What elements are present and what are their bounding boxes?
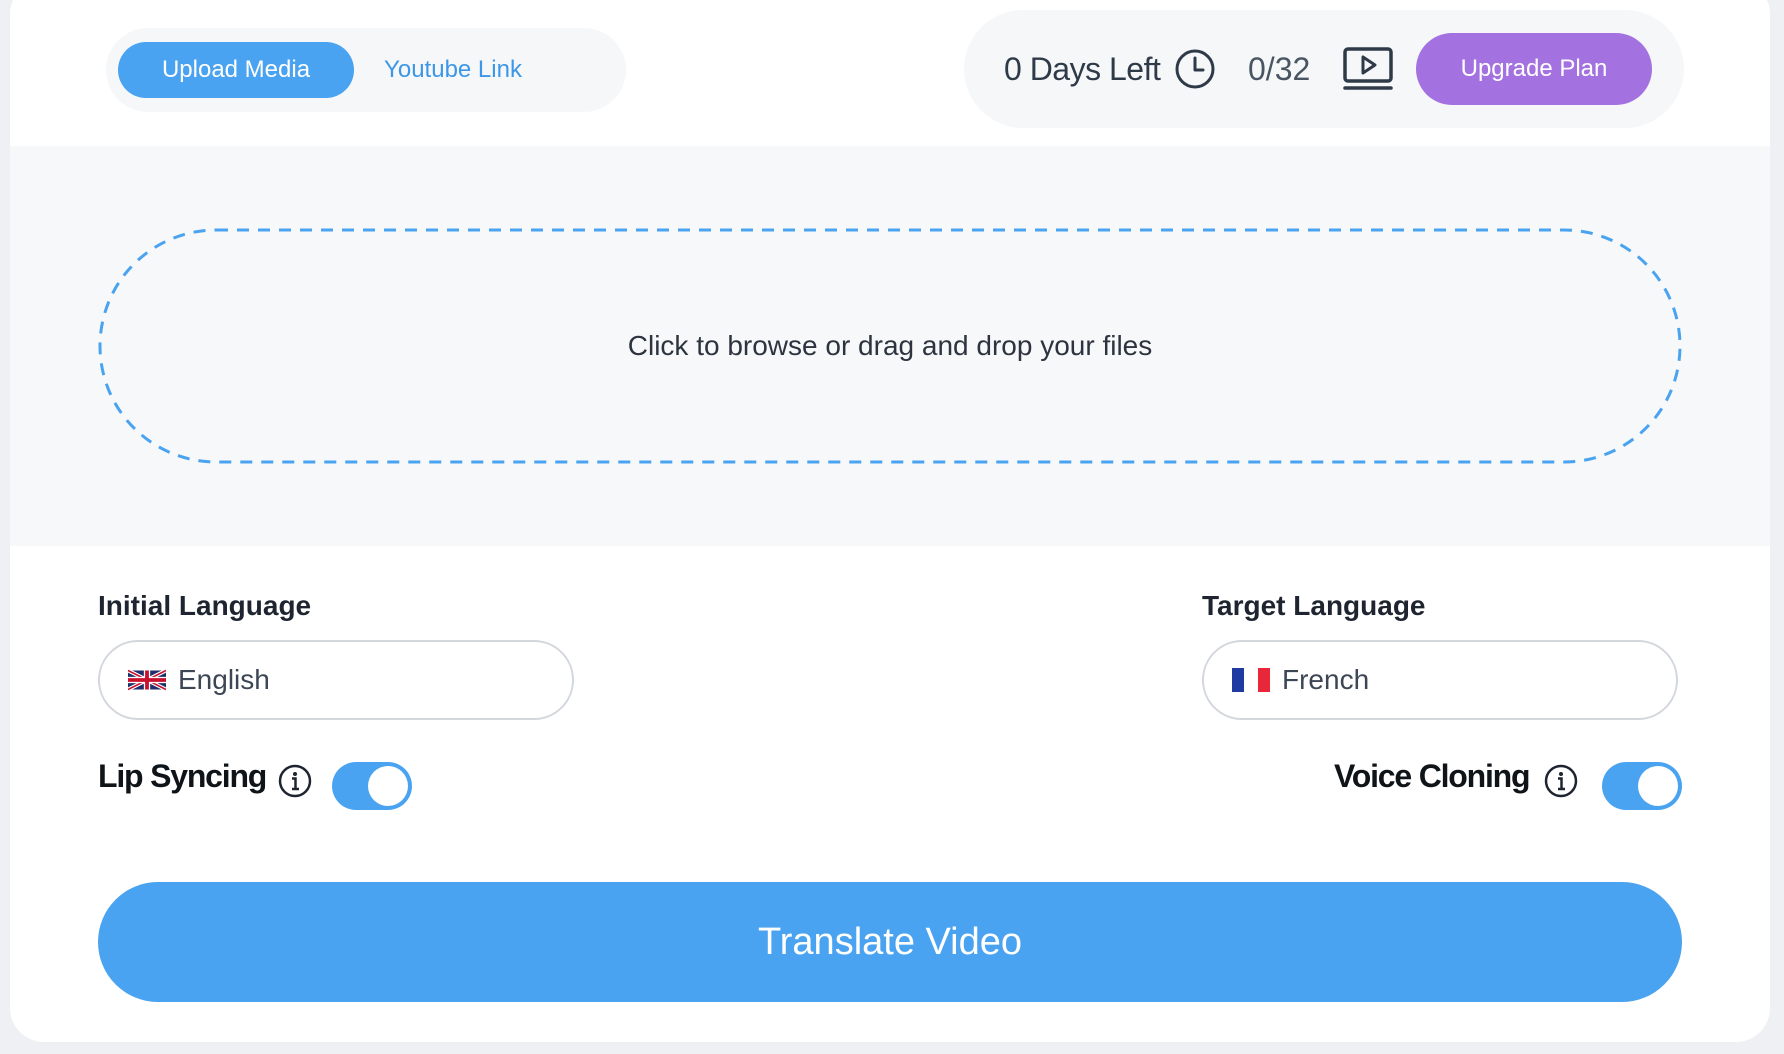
translate-video-button[interactable]: Translate Video <box>98 882 1682 1002</box>
france-flag-icon <box>1232 668 1270 692</box>
voice-cloning-info-icon[interactable] <box>1544 764 1578 798</box>
uk-flag-icon <box>128 668 166 692</box>
toggle-knob <box>1638 766 1678 806</box>
tab-upload-media[interactable]: Upload Media <box>118 42 354 98</box>
target-language-select[interactable]: French <box>1202 640 1678 720</box>
video-play-icon <box>1343 47 1393 90</box>
translator-card: Upload Media Youtube Link 0 Days Left 0/… <box>10 0 1770 1042</box>
lip-syncing-toggle[interactable] <box>332 762 412 810</box>
file-dropzone[interactable]: Click to browse or drag and drop your fi… <box>98 228 1682 464</box>
lip-syncing-label: Lip Syncing <box>98 758 267 794</box>
source-tabs: Upload Media Youtube Link <box>106 28 626 112</box>
clock-icon <box>1175 49 1215 89</box>
voice-cloning-label: Voice Cloning <box>1334 758 1531 794</box>
initial-language-select[interactable]: English <box>98 640 574 720</box>
toggle-knob <box>368 766 408 806</box>
target-language-value: French <box>1282 664 1370 695</box>
initial-language-value: English <box>178 664 270 695</box>
days-left-text: 0 Days Left <box>1004 51 1161 87</box>
lip-syncing-info-icon[interactable] <box>278 764 312 798</box>
video-count-text: 0/32 <box>1248 51 1311 87</box>
initial-language-label: Initial Language <box>98 590 312 621</box>
tab-youtube-link[interactable]: Youtube Link <box>378 42 528 98</box>
voice-cloning-toggle[interactable] <box>1602 762 1682 810</box>
dropzone-text: Click to browse or drag and drop your fi… <box>627 330 1153 361</box>
plan-status-bar: 0 Days Left 0/32 Upgrade Plan <box>964 10 1684 128</box>
target-language-label: Target Language <box>1202 590 1426 621</box>
upgrade-plan-button[interactable]: Upgrade Plan <box>1416 33 1652 105</box>
